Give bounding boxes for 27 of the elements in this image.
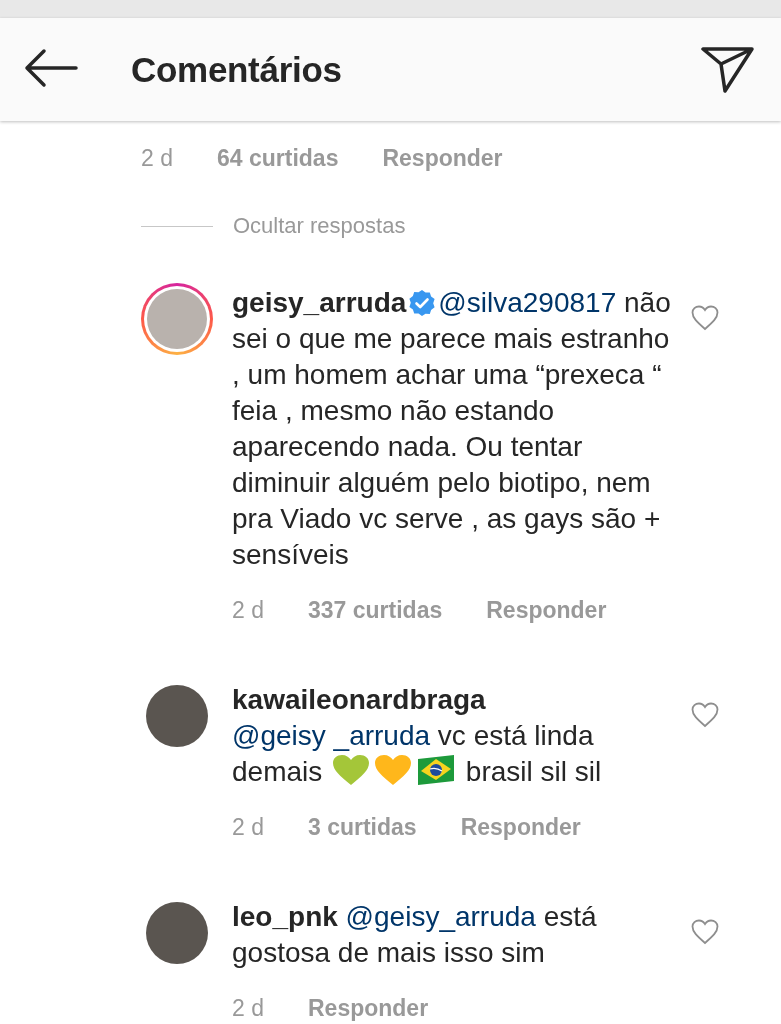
avatar[interactable]: [147, 289, 207, 349]
like-heart-icon[interactable]: [691, 702, 719, 728]
send-icon[interactable]: [701, 45, 755, 94]
page-title: Comentários: [131, 49, 343, 90]
comment-text: kawaileonardbraga @geisy _arruda vc está linda demais brasil sil sil: [232, 683, 603, 789]
like-heart-icon[interactable]: [691, 919, 719, 945]
comment-time: 2 d: [232, 597, 264, 624]
comment-time: 2 d: [232, 995, 264, 1022]
mention-link[interactable]: @silva290817: [438, 287, 617, 318]
likes-count[interactable]: 337 curtidas: [308, 597, 443, 624]
reply-link[interactable]: Responder: [486, 597, 607, 624]
comment-time: 2 d: [232, 814, 264, 841]
comment-text: leo_pnk @geisy_arruda está gostosa de mais isso sim: [232, 900, 598, 970]
comment-text: geisy_arruda @silva290817 não sei o que me parece mais estranho , um homem achar uma “prexeca “ feia , mesmo não estando aparecendo nada. Ou tentar diminuir alguém pelo biotipo, nem pra Viado vc serve , as gays são + sensíveis: [232, 286, 672, 572]
hide-replies-link[interactable]: Ocultar respostas: [233, 213, 406, 239]
heart-emoji-icon: [374, 754, 413, 786]
reply-link[interactable]: Responder: [460, 814, 581, 841]
flag-icon: [416, 754, 457, 786]
comment-time: 2 d: [141, 145, 173, 172]
reply-link[interactable]: Responder: [382, 145, 503, 172]
likes-count[interactable]: 3 curtidas: [308, 814, 417, 841]
like-heart-icon[interactable]: [691, 305, 719, 331]
mention-link[interactable]: @geisy _arruda: [232, 720, 431, 751]
likes-count[interactable]: 64 curtidas: [217, 145, 339, 172]
mention-link[interactable]: @geisy_arruda: [345, 901, 536, 932]
reply-link[interactable]: Responder: [308, 995, 429, 1022]
heart-emoji-icon: [332, 754, 371, 786]
